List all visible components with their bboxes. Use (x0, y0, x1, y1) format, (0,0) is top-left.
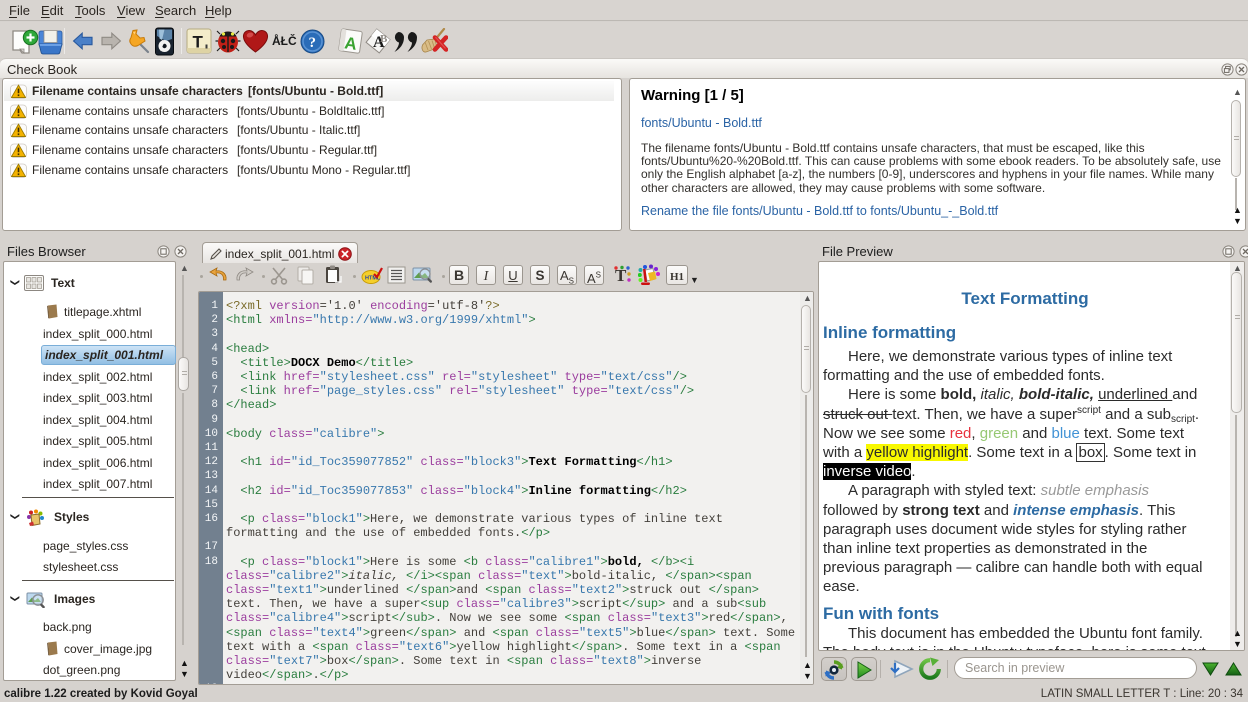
svg-text:A: A (343, 33, 358, 54)
svg-text:B: B (380, 33, 388, 45)
svg-text:T: T (193, 33, 204, 52)
svg-text:?: ? (309, 35, 317, 51)
